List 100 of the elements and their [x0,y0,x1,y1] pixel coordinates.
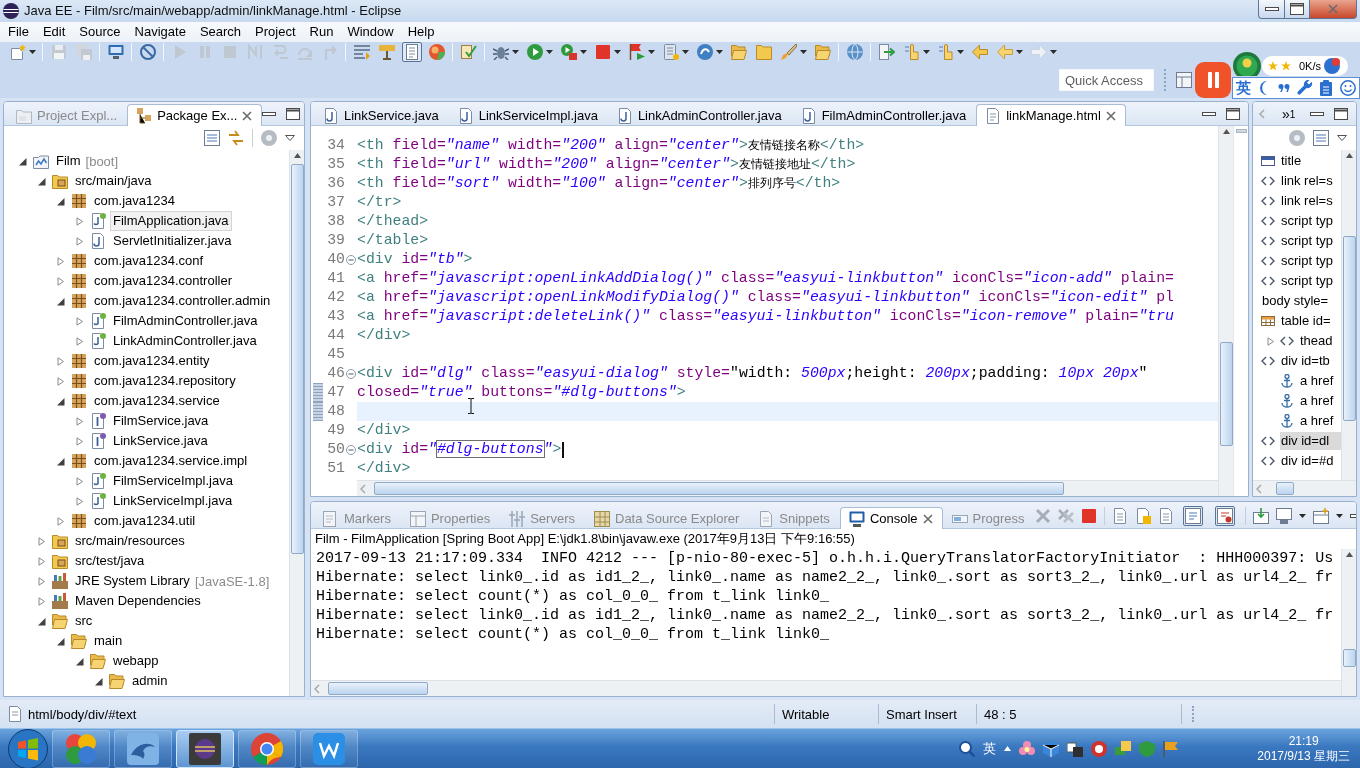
scrollbar-thumb[interactable] [290,164,304,554]
outline-item[interactable]: div id=tb [1280,352,1341,370]
new-window-icon[interactable] [1312,508,1329,524]
view-menu-icon[interactable] [285,135,295,141]
sphere-icon[interactable] [428,44,445,60]
scroll-left-icon[interactable] [314,683,320,694]
dropdown-caret-icon[interactable] [580,50,587,54]
dropdown-caret-icon[interactable] [800,50,807,54]
pause-icon[interactable] [1195,62,1231,98]
tree-item[interactable]: admin [129,671,171,691]
tree-item[interactable]: LinkServiceImpl.java [110,491,236,511]
view-tab[interactable]: Console [839,507,943,529]
circle-arc-icon[interactable] [696,44,713,60]
input-language[interactable]: 英 [1236,79,1252,97]
disc-icon[interactable] [261,130,277,146]
dropdown-caret-icon[interactable] [648,50,655,54]
tree-item[interactable]: FilmService.java [110,411,212,431]
maximize-icon[interactable] [1226,108,1240,120]
outline-item[interactable]: a href [1299,412,1341,430]
minimize-button[interactable] [1258,0,1285,19]
fold-icon[interactable] [346,368,356,379]
fold-icon[interactable] [346,444,356,455]
window-layout-icon[interactable] [1176,72,1192,88]
collapsed-arrow-icon[interactable] [56,376,65,386]
collapsed-arrow-icon[interactable] [37,536,46,546]
collapsed-arrow-icon[interactable] [37,596,46,606]
vertical-scrollbar[interactable] [289,150,304,696]
flower-icon[interactable] [1019,740,1036,757]
horizontal-scrollbar[interactable] [311,680,1341,696]
globe-icon[interactable] [846,44,863,60]
menu-item[interactable]: Source [72,22,128,42]
clipboard-icon[interactable] [1319,80,1334,96]
expanded-arrow-icon[interactable] [75,656,84,666]
editor-tab[interactable]: LinkService.java [314,104,449,126]
horizontal-scrollbar[interactable] [1253,480,1356,496]
menu-item[interactable]: Run [302,22,341,42]
scrollbar-thumb[interactable] [328,682,428,695]
dropdown-caret-icon[interactable] [716,50,723,54]
tray-arrow-icon[interactable] [1252,508,1269,524]
no-entry-icon[interactable] [139,44,156,60]
dropdown-caret-icon[interactable] [614,50,621,54]
monitor-icon[interactable] [107,44,124,60]
collapsed-arrow-icon[interactable] [75,236,84,246]
editor-tab[interactable]: LinkServiceImpl.java [448,104,608,126]
vertical-scrollbar[interactable] [1341,549,1356,696]
list-icon[interactable] [353,44,370,60]
dolphin-app-icon[interactable] [127,732,159,765]
flag-icon[interactable] [628,44,645,60]
expanded-arrow-icon[interactable] [94,676,103,686]
view-tab[interactable]: Package Ex... [127,104,263,126]
collapse-all-icon[interactable] [204,130,220,146]
dropdown-caret-icon[interactable] [1050,50,1057,54]
menu-item[interactable]: Search [192,22,249,42]
tree-item[interactable]: com.java1234.controller.admin [91,291,274,311]
view-menu-icon[interactable] [1337,135,1347,141]
tree-item[interactable]: src/main/java [72,171,155,191]
collapsed-arrow-icon[interactable] [75,476,84,486]
outline-item[interactable]: a href [1299,372,1341,390]
tree-item[interactable]: com.java1234.service.impl [91,451,251,471]
tree-item[interactable]: Maven Dependencies [72,591,204,611]
document-icon[interactable] [1157,508,1174,524]
dropdown-caret-icon[interactable] [512,50,519,54]
dropdown-caret-icon[interactable] [29,50,36,54]
overview-marker[interactable] [1235,129,1247,133]
expanded-arrow-icon[interactable] [18,156,27,166]
document-icon[interactable] [1111,508,1128,524]
tree-item[interactable]: FilmServiceImpl.java [110,471,236,491]
collapsed-arrow-icon[interactable] [75,496,84,506]
tree-item[interactable]: ServletInitializer.java [110,231,235,251]
minimize-icon[interactable] [262,112,277,116]
swap-arrows-icon[interactable] [228,130,244,146]
stop-icon[interactable] [1080,508,1097,524]
dropdown-caret-icon[interactable] [957,50,964,54]
collapsed-arrow-icon[interactable] [75,316,84,326]
scroll-up-icon[interactable] [1222,129,1230,134]
scroll-up-icon[interactable] [1345,153,1353,158]
expanded-arrow-icon[interactable] [37,616,46,626]
caret-up-icon[interactable] [1004,746,1012,751]
run-box-icon[interactable] [560,44,577,60]
collapsed-arrow-icon[interactable] [75,336,84,346]
maximize-icon[interactable] [286,108,301,120]
close-icon[interactable] [922,513,933,524]
monitor-icon[interactable] [1275,508,1292,524]
start-button-icon[interactable] [8,728,48,768]
vertical-scrollbar[interactable] [1341,150,1356,480]
editor-tab[interactable]: FilmAdminController.java [791,104,977,126]
dropdown-caret-icon[interactable] [923,50,930,54]
search-icon[interactable] [959,740,976,757]
tree-item[interactable]: com.java1234 [91,191,178,211]
outline-item[interactable]: script typ [1280,212,1341,230]
tree-item[interactable]: com.java1234.util [91,511,199,531]
horizontal-scrollbar[interactable] [357,480,1218,496]
disc-icon[interactable] [1289,130,1305,146]
maximize-icon[interactable] [1334,108,1348,120]
collapsed-arrow-icon[interactable] [56,516,65,526]
close-icon[interactable] [1105,110,1116,121]
collapsed-arrow-icon[interactable] [1265,336,1275,346]
outline-item[interactable]: div id=dl [1280,432,1341,450]
quote-marks-icon[interactable] [1278,84,1291,92]
outline-item[interactable]: script typ [1280,232,1341,250]
